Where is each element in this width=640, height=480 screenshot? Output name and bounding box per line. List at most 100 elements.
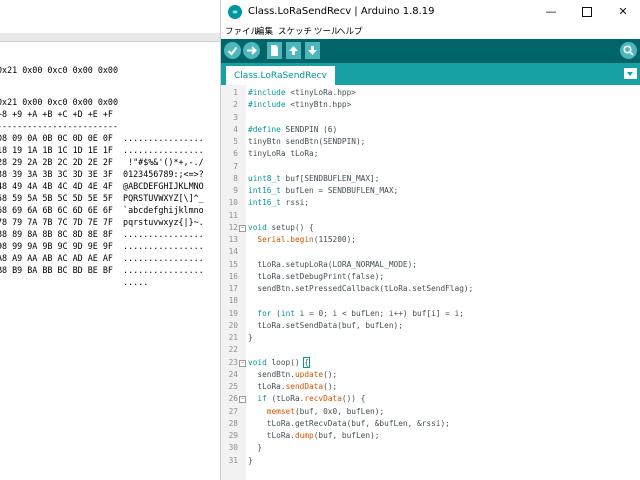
hex-line: 0x21 0x00 0xc0 0x00 0x00 (0, 97, 119, 107)
new-button[interactable] (267, 42, 282, 59)
toolbar (221, 39, 640, 63)
hex-line: A8 A9 AA AB AC AD AE AF ................ (0, 253, 204, 263)
title-bar: ∞ Class.LoRaSendRecv | Arduino 1.8.19 — … (221, 0, 640, 24)
line-number: 11 (228, 210, 238, 220)
code-line: 5 tinyBtn sendBtn(SENDPIN); (221, 136, 640, 148)
fold-toggle-icon[interactable]: − (239, 396, 246, 404)
hex-line: +8 +9 +A +B +C +D +E +F (0, 109, 113, 119)
line-number: 22 (228, 345, 238, 355)
code-text: } (248, 333, 253, 342)
line-number: 25 (228, 382, 238, 391)
line-number: 7 (233, 161, 238, 171)
code-text: int16_t bufLen = SENDBUFLEN_MAX; (248, 186, 399, 195)
line-number: 19 (228, 308, 238, 318)
line-number: 8 (233, 173, 238, 183)
verify-button[interactable] (224, 42, 241, 59)
line-number: 26 (228, 394, 238, 404)
code-line: 12− void setup() { (221, 222, 640, 234)
tab-menu-button[interactable] (624, 68, 637, 79)
hex-line: 28 29 2A 2B 2C 2D 2E 2F !"#$%&'()*+,-./ (0, 157, 204, 167)
line-number: 6 (233, 149, 238, 159)
maximize-icon (582, 7, 592, 17)
code-text: memset(buf, 0x0, bufLen); (266, 406, 385, 416)
line-number: 14 (228, 247, 238, 257)
upload-icon (247, 46, 257, 55)
menu-file[interactable]: ファイル (225, 25, 259, 37)
code-line: 14 (221, 246, 640, 258)
serial-monitor-icon (623, 45, 634, 56)
code-text: uint8_t buf[SENDBUFLEN_MAX]; (248, 173, 380, 183)
line-number: 1 (233, 88, 238, 97)
code-line: 7 (221, 161, 640, 173)
code-line: 17 sendBtn.setPressedCallback(tLoRa.setS… (221, 283, 640, 295)
code-line: 13 Serial.begin(115200); (221, 234, 640, 246)
code-line: 9 int16_t bufLen = SENDBUFLEN_MAX; (221, 185, 640, 197)
minimize-button[interactable]: — (533, 0, 569, 24)
line-number: 29 (228, 431, 238, 440)
serial-output-pane: 0x21 0x00 0xc0 0x00 0x00 0x21 0x00 0xc0 0… (0, 0, 220, 480)
hex-line: 58 59 5A 5B 5C 5D 5E 5F PQRSTUVWXYZ[\]^_ (0, 193, 204, 203)
line-number: 2 (233, 100, 238, 110)
maximize-button[interactable] (569, 0, 605, 24)
upload-button[interactable] (243, 42, 260, 59)
hex-line: 68 69 6A 6B 6C 6D 6E 6F `abcdefghijklmno (0, 205, 204, 215)
code-line: 23− void loop() { (221, 356, 640, 369)
line-number: 24 (228, 369, 238, 379)
hex-line: 88 89 8A 8B 8C 8D 8E 8F ................ (0, 229, 204, 239)
code-text: #include <tinyLoRa.hpp> (248, 88, 356, 97)
code-text: } (248, 455, 253, 465)
save-button[interactable] (305, 42, 320, 59)
hex-line: 48 49 4A 4B 4C 4D 4E 4F @ABCDEFGHIJKLMNO (0, 181, 204, 191)
code-text: Serial.begin(115200); (257, 235, 356, 244)
line-number: 23 (228, 357, 238, 367)
code-line: 8 uint8_t buf[SENDBUFLEN_MAX]; (221, 173, 640, 185)
open-icon (289, 46, 298, 55)
hex-line: 98 99 9A 9B 9C 9D 9E 9F ................ (0, 241, 204, 251)
fold-toggle-icon[interactable]: − (239, 224, 246, 232)
code-text: #include <tinyBtn.hpp> (248, 100, 352, 110)
code-line: 16 tLoRa.setDebugPrint(false); (221, 271, 640, 283)
line-number: 28 (228, 418, 238, 428)
code-text: for (int i = 0; i < bufLen; i++) buf[i] … (257, 308, 464, 318)
code-text: tLoRa.getRecvData(buf, &bufLen, &rssi); (248, 418, 450, 428)
code-text: tLoRa.setDebugPrint(false); (248, 271, 385, 281)
code-editor[interactable]: 1 #include <tinyLoRa.hpp> 2 #include <tinyB… (221, 85, 640, 480)
hex-line: 38 39 3A 3B 3C 3D 3E 3F 0123456789:;<=>? (0, 169, 204, 179)
code-line: 21} (221, 332, 640, 344)
code-text: void loop() { (248, 356, 310, 368)
code-line: 11 (221, 210, 640, 222)
serial-monitor-button[interactable] (620, 42, 637, 59)
code-text: tLoRa.dump(buf, bufLen); (248, 431, 380, 440)
code-line: 10 int16_t rssi; (221, 197, 640, 209)
line-number: 13 (228, 235, 238, 244)
line-number: 20 (228, 320, 238, 330)
code-text: #define SENDPIN (6) (248, 124, 338, 134)
tab-class-lorasendrecv[interactable]: Class.LoRaSendRecv (226, 66, 335, 85)
open-button[interactable] (286, 42, 301, 59)
code-line: 24 sendBtn.update(); (221, 369, 640, 381)
line-number: 18 (228, 296, 238, 306)
code-line: 6 tinyLoRa tLoRa; (221, 148, 640, 160)
line-number: 27 (228, 406, 238, 416)
close-button[interactable]: ✕ (605, 0, 640, 24)
menu-tools[interactable]: ツール (314, 25, 340, 37)
line-number: 17 (228, 284, 238, 293)
hex-line: B8 B9 BA BB BC BD BE BF ................ (0, 265, 204, 275)
code-text: if (tLoRa.recvData()) { (257, 394, 366, 404)
code-text: void setup() { (248, 222, 314, 232)
line-number: 16 (228, 271, 238, 281)
menu-edit[interactable]: 編集 (256, 25, 273, 37)
line-number: 12 (228, 222, 238, 232)
code-text: sendBtn.update(); (248, 369, 338, 379)
hex-line: ------------------------ (0, 121, 119, 131)
code-line: 29 tLoRa.dump(buf, bufLen); (221, 430, 640, 442)
code-line: 2 #include <tinyBtn.hpp> (221, 99, 640, 111)
serial-pane-header (0, 33, 220, 42)
code-line: 4 #define SENDPIN (6) (221, 124, 640, 136)
menu-bar: ファイル 編集 スケッチ ツール ヘルプ (221, 24, 640, 39)
line-number: 31 (228, 455, 238, 465)
menu-sketch[interactable]: スケッチ (278, 25, 312, 37)
fold-toggle-icon[interactable]: − (239, 359, 246, 367)
code-line: 15 tLoRa.setupLoRa(LORA_NORMAL_MODE); (221, 259, 640, 271)
menu-help[interactable]: ヘルプ (337, 25, 363, 37)
